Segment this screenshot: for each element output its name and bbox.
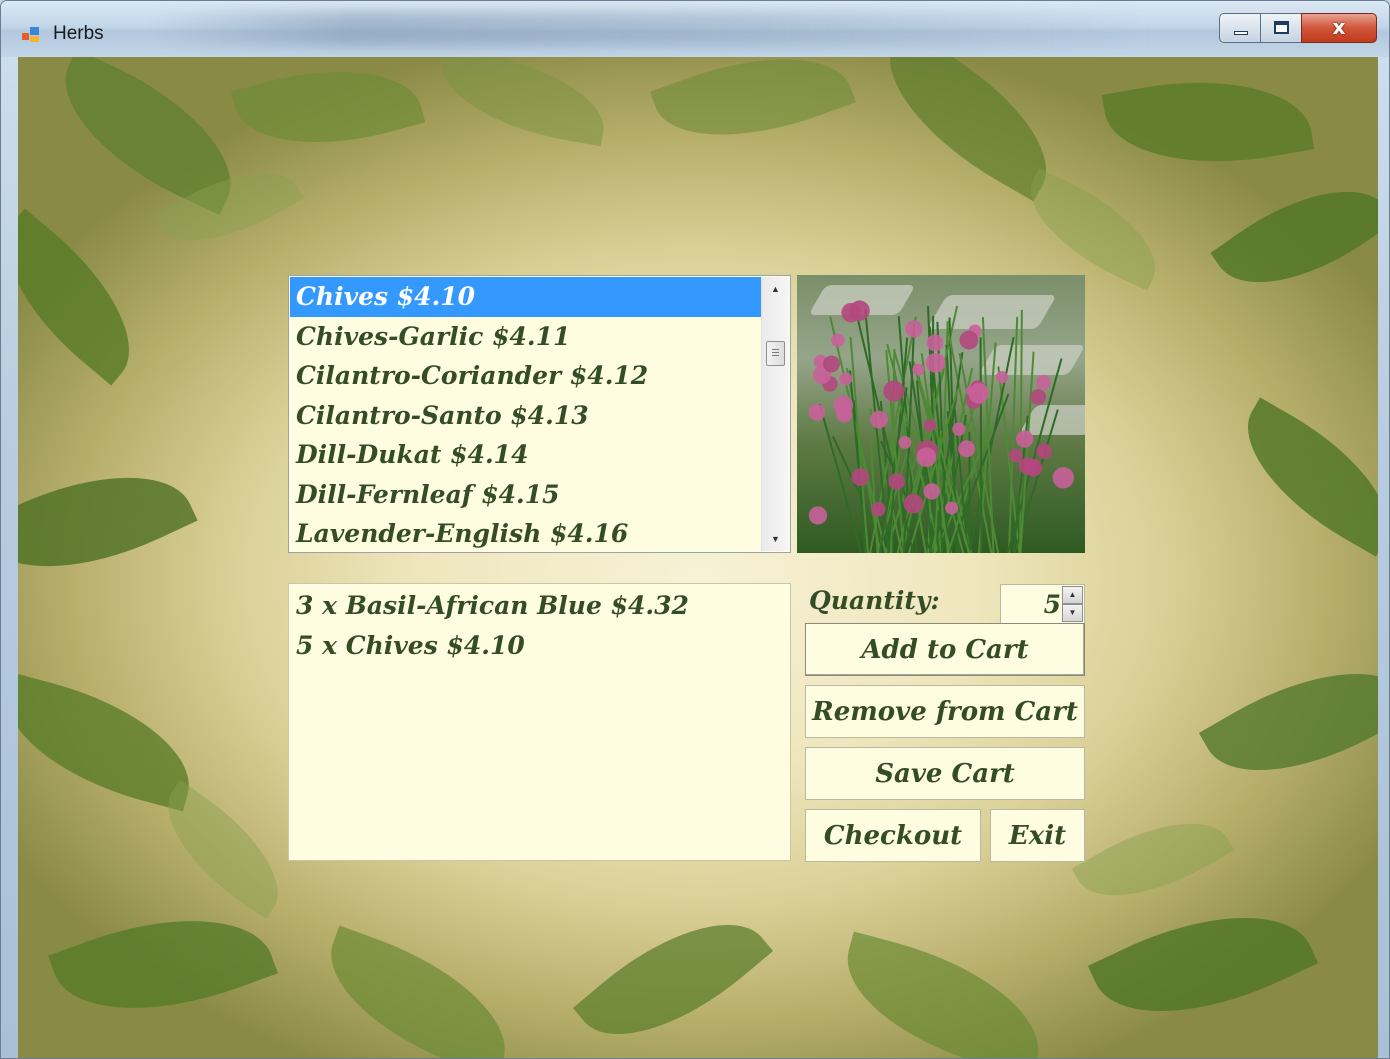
- exit-button[interactable]: Exit: [990, 809, 1085, 862]
- herb-photo: [797, 275, 1085, 553]
- quantity-label: Quantity:: [809, 586, 940, 615]
- chive-plant-image: [808, 300, 1074, 553]
- cart-listbox[interactable]: 3 x Basil-African Blue $4.32 5 x Chives $…: [288, 583, 791, 861]
- minimize-icon: [1234, 31, 1248, 35]
- title-bar[interactable]: Herbs x: [1, 1, 1389, 57]
- app-icon[interactable]: [22, 27, 40, 43]
- herb-listbox[interactable]: ▲ ▼ Chives $4.10 Chives-Garlic $4.11 Cilan…: [288, 275, 791, 553]
- maximize-icon: [1274, 21, 1289, 34]
- herb-list-item[interactable]: Lavender-English $4.16: [290, 514, 761, 554]
- cart-list-item[interactable]: 3 x Basil-African Blue $4.32: [296, 586, 689, 626]
- close-button[interactable]: x: [1301, 13, 1377, 43]
- save-cart-button[interactable]: Save Cart: [805, 747, 1085, 800]
- scroll-down-arrow-icon[interactable]: ▼: [762, 528, 789, 550]
- quantity-up-icon[interactable]: ▲: [1062, 586, 1083, 604]
- herb-list-item[interactable]: Dill-Dukat $4.14: [290, 435, 761, 475]
- add-to-cart-button[interactable]: Add to Cart: [805, 623, 1085, 676]
- minimize-button[interactable]: [1219, 13, 1261, 43]
- close-icon: x: [1332, 15, 1346, 39]
- herbs-window: Herbs x ▲ ▼ Chives $4.10 Chives-Garlic $…: [0, 0, 1390, 1059]
- form-background: [18, 57, 1378, 1058]
- herb-list-item[interactable]: Cilantro-Coriander $4.12: [290, 356, 761, 396]
- quantity-stepper[interactable]: 5 ▲ ▼: [1000, 584, 1085, 624]
- cart-list-item[interactable]: 5 x Chives $4.10: [296, 626, 525, 666]
- herb-list-item[interactable]: Chives $4.10: [290, 277, 761, 317]
- scroll-up-arrow-icon[interactable]: ▲: [762, 278, 789, 300]
- window-title: Herbs: [53, 23, 104, 44]
- herb-list-scrollbar[interactable]: ▲ ▼: [761, 277, 789, 551]
- quantity-value[interactable]: 5: [1001, 585, 1061, 625]
- herb-list-item[interactable]: Chives-Garlic $4.11: [290, 317, 761, 357]
- scroll-thumb[interactable]: [766, 341, 785, 366]
- remove-from-cart-button[interactable]: Remove from Cart: [805, 685, 1085, 738]
- herb-list-item[interactable]: Dill-Fernleaf $4.15: [290, 475, 761, 515]
- quantity-down-icon[interactable]: ▼: [1062, 604, 1083, 622]
- checkout-button[interactable]: Checkout: [805, 809, 981, 862]
- maximize-button[interactable]: [1260, 13, 1302, 43]
- herb-list-item[interactable]: Cilantro-Santo $4.13: [290, 396, 761, 436]
